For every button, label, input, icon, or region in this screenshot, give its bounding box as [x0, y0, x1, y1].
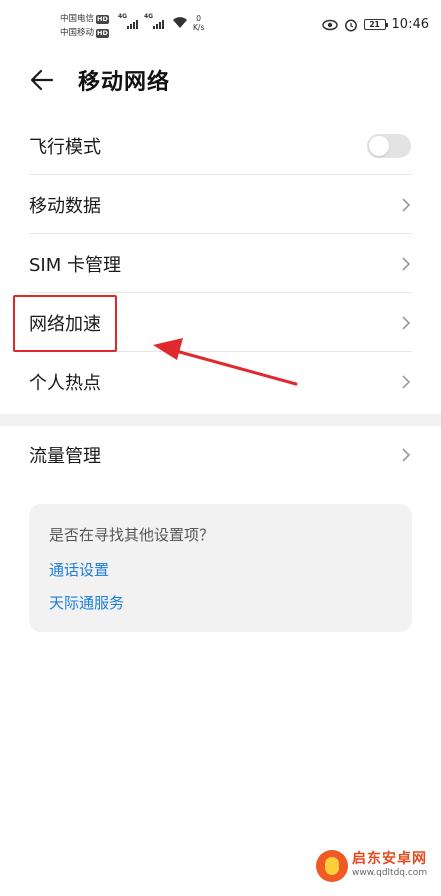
chevron-right-icon: [402, 315, 411, 330]
chevron-right-icon: [402, 374, 411, 389]
carrier-name-2: 中国移动: [60, 28, 95, 38]
back-arrow-icon[interactable]: [28, 66, 56, 94]
network-type-1: 4G: [118, 13, 128, 20]
airplane-mode-label: 飞行模式: [29, 136, 101, 158]
suggestion-question: 是否在寻找其他设置项？: [49, 526, 215, 544]
airplane-mode-toggle[interactable]: [367, 133, 411, 158]
carrier-info: 中国电信 HD 中国移动 HD: [60, 12, 109, 40]
status-bar: 中国电信 HD 中国移动 HD 4G 4G 0 K/s 21 10:46: [0, 0, 441, 52]
network-acceleration-label: 网络加速: [29, 313, 101, 335]
settings-list: 飞行模式 移动数据 SIM 卡管理 网络加速 个人热点: [0, 116, 441, 411]
skytone-service-link[interactable]: 天际通服务: [49, 592, 392, 613]
mobile-data-label: 移动数据: [29, 195, 101, 217]
section-separator: [0, 414, 441, 426]
battery-icon: 21: [363, 19, 388, 30]
chevron-right-icon: [402, 197, 411, 212]
toggle-knob: [369, 135, 389, 156]
speed-value: 0: [196, 14, 202, 23]
sim-management-row[interactable]: SIM 卡管理: [0, 234, 441, 293]
speed-unit: K/s: [193, 23, 205, 32]
carrier-name-1: 中国电信: [60, 14, 95, 24]
personal-hotspot-label: 个人热点: [29, 372, 101, 394]
status-right: 21 10:46: [321, 17, 429, 32]
signal-icon-1: 4G: [118, 13, 138, 29]
data-usage-row[interactable]: 流量管理: [0, 426, 441, 484]
signal-icon-2: 4G: [144, 13, 164, 29]
airplane-mode-row[interactable]: 飞行模式: [0, 116, 441, 175]
watermark-url: www.qdltdq.com: [352, 868, 428, 878]
watermark: 启东安卓网 www.qdltdq.com: [316, 850, 427, 882]
signal-indicators: 4G 4G: [118, 13, 164, 29]
watermark-logo-icon: [316, 850, 348, 882]
clock: 10:46: [391, 17, 429, 32]
wifi-icon: [173, 17, 187, 28]
network-speed: 0 K/s: [193, 14, 204, 32]
sim-management-label: SIM 卡管理: [29, 254, 121, 276]
eye-comfort-icon: [321, 19, 338, 30]
data-usage-label: 流量管理: [29, 446, 101, 467]
mobile-data-row[interactable]: 移动数据: [0, 175, 441, 234]
network-acceleration-row[interactable]: 网络加速: [0, 293, 441, 352]
battery-level: 21: [369, 20, 380, 29]
personal-hotspot-row[interactable]: 个人热点: [0, 352, 441, 411]
hd-badge-2: HD: [96, 28, 109, 38]
chevron-right-icon: [402, 448, 411, 462]
page-title: 移动网络: [78, 70, 171, 95]
call-settings-link[interactable]: 通话设置: [49, 559, 392, 580]
watermark-name: 启东安卓网: [352, 851, 427, 867]
app-header: 移动网络: [0, 52, 441, 108]
suggestion-card: 是否在寻找其他设置项？ 通话设置 天际通服务: [29, 504, 412, 632]
hd-badge-1: HD: [96, 14, 109, 24]
chevron-right-icon: [402, 256, 411, 271]
alarm-icon: [344, 19, 357, 31]
network-type-2: 4G: [144, 13, 154, 20]
